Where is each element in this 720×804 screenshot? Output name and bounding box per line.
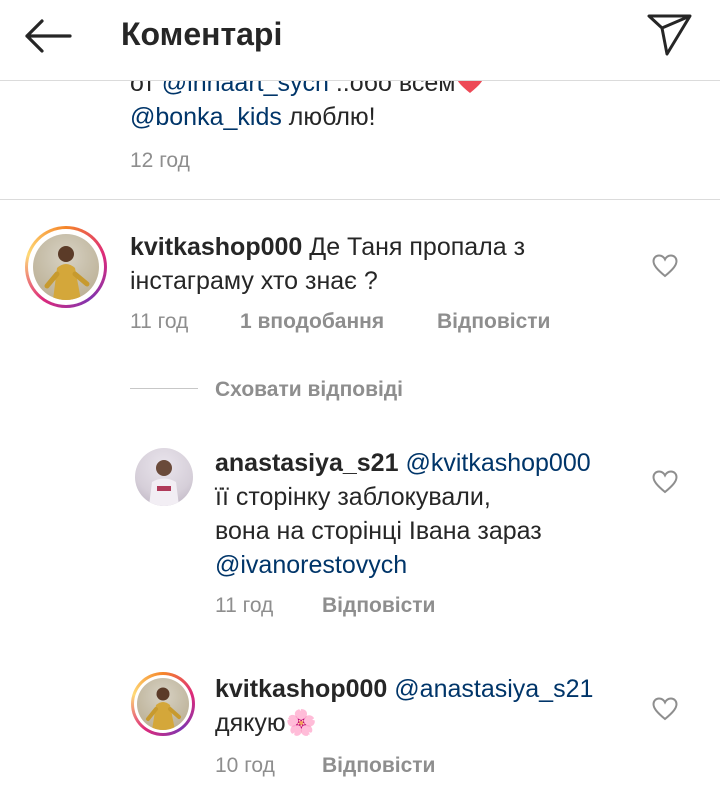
comment-text-fragment: люблю! [281,103,376,131]
reply-text-line: вона на сторінці Івана зараз [215,517,542,545]
heart-outline-icon[interactable] [652,470,678,494]
reply-button[interactable]: Відповісти [322,752,435,780]
top-bar: Коментарі [0,0,720,81]
mention-link[interactable]: @kvitkashop000 [405,449,590,477]
mention-link[interactable]: @anastasiya_s21 [394,675,593,703]
divider [0,199,720,200]
avatar[interactable] [135,448,193,506]
cherry-blossom-emoji-icon: 🌸 [285,709,317,737]
back-arrow-icon[interactable] [22,16,72,56]
replies-divider-line [130,388,198,389]
heart-outline-icon[interactable] [652,254,678,278]
mention-link[interactable]: @ivanorestovych [215,548,635,582]
reply-text: дякую [215,709,286,737]
likes-count[interactable]: 1 вподобання [240,308,384,336]
comment-body: kvitkashop000 Де Таня пропала з інстагра… [130,230,630,298]
reply-button[interactable]: Відповісти [322,592,435,620]
comment-time: 12 год [130,149,190,172]
comment-time: 11 год [215,594,274,617]
comment-time: 10 год [215,754,275,777]
comment-time: 11 год [130,310,189,333]
comment-username[interactable]: anastasiya_s21 [215,449,398,477]
comment-username[interactable]: kvitkashop000 [130,233,302,261]
avatar[interactable] [25,226,107,308]
direct-send-icon[interactable] [645,10,693,58]
page-title: Коментарі [121,16,283,52]
comment-username[interactable]: kvitkashop000 [215,675,387,703]
avatar[interactable] [131,672,195,736]
reply-button[interactable]: Відповісти [437,308,550,336]
hide-replies-button[interactable]: Сховати відповіді [215,376,403,404]
reply-body: kvitkashop000 @anastasiya_s21 дякую🌸 [215,672,635,740]
reply-text-line: її сторінку заблокували, [215,483,491,511]
reply-body: anastasiya_s21 @kvitkashop000 її сторінк… [215,446,635,582]
mention-link[interactable]: @bonka_kids [130,103,282,131]
heart-outline-icon[interactable] [652,697,678,721]
